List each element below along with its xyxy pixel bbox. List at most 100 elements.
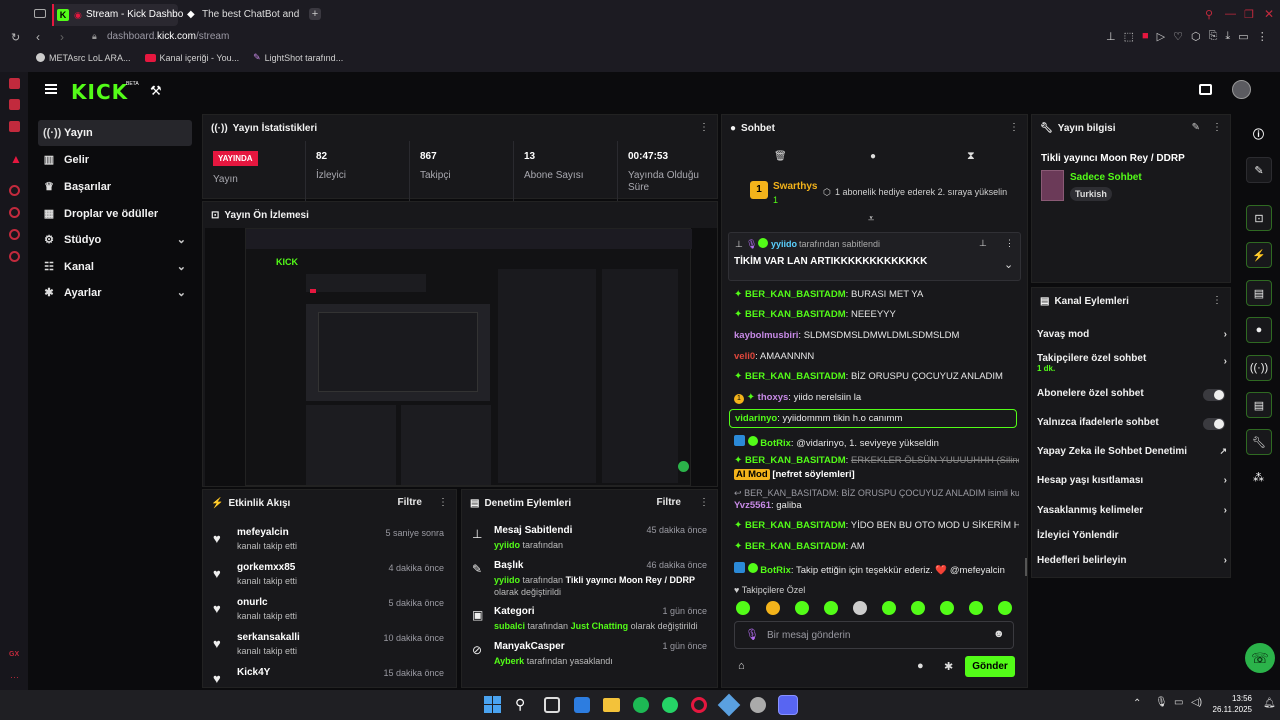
filter-button[interactable]: Filtre [398, 497, 422, 508]
chat-scrollbar[interactable] [1025, 558, 1027, 576]
play-icon[interactable]: ▷ [1157, 30, 1165, 43]
nav-item-droplar[interactable]: ▦ Droplar ve ödüller [38, 201, 192, 227]
feed-user[interactable]: gorkemxx85 [237, 562, 295, 573]
nav-item-yayin[interactable]: ((·)) Yayın [38, 120, 192, 146]
close-icon[interactable]: ✕ [1264, 7, 1274, 21]
kebab-icon[interactable]: ⋮ [1005, 238, 1014, 249]
kick-logo[interactable]: KICK [71, 80, 128, 104]
emote-icon[interactable] [736, 601, 750, 615]
nav-item-kanal[interactable]: ☷ Kanal ⌄ [38, 254, 192, 280]
store-icon[interactable] [1199, 84, 1212, 95]
clock-icon[interactable] [9, 207, 20, 218]
chat-user[interactable]: BER_KAN_BASITADM [745, 455, 846, 466]
discord-icon[interactable] [778, 695, 798, 715]
mod-log-toggle-button[interactable]: ▤ [1246, 280, 1272, 306]
actions-toggle-button[interactable]: ▤ [1246, 392, 1272, 418]
chat-toggle-button[interactable]: ● [1246, 317, 1272, 343]
scroll-down-icon[interactable]: ⩡ [868, 213, 874, 226]
help-button[interactable]: ☏ [1245, 643, 1275, 673]
emote-icon[interactable] [940, 601, 954, 615]
wallet-icon[interactable]: ▭ [1238, 30, 1248, 43]
kebab-icon[interactable]: ⋮ [1009, 122, 1019, 133]
action-raid[interactable]: İzleyici Yönlendir [1037, 530, 1227, 541]
store-icon[interactable]: ⌂ [738, 660, 745, 672]
preview-toggle-button[interactable]: ⊡ [1246, 205, 1272, 231]
chat-user[interactable]: BotRix [760, 438, 791, 449]
bookmark-item[interactable]: Kanal içeriği - You... [144, 52, 239, 63]
stream-tag[interactable]: Turkish [1070, 187, 1112, 201]
volume-icon[interactable]: ◁) [1191, 697, 1202, 708]
pin-icon[interactable]: ⊥ [1106, 30, 1116, 43]
store-icon[interactable] [544, 697, 560, 713]
clock-date[interactable]: 26.11.2025 [1206, 705, 1252, 714]
tab-kick[interactable]: K ◉ Stream - Kick Dashbo [52, 4, 183, 26]
toggle-switch[interactable] [1203, 389, 1225, 401]
feed-user[interactable]: serkansakalli [237, 632, 300, 643]
chat-reply-preview[interactable]: ↩ BER_KAN_BASITADM: BİZ ORUSPU ÇOCUYUZ A… [734, 488, 1019, 499]
search-icon[interactable]: ⚲ [1205, 8, 1213, 21]
back-icon[interactable]: ‹ [36, 30, 40, 44]
pencil-icon[interactable]: ✎ [1192, 122, 1200, 133]
reload-icon[interactable]: ↻ [11, 31, 20, 44]
spotify-icon[interactable] [633, 697, 649, 713]
action-emote-only[interactable]: Yalnızca ifadelerle sohbet [1037, 417, 1227, 430]
tab-chatbot[interactable]: ◆ The best ChatBot and Wi [181, 4, 305, 26]
clock-time[interactable]: 13:56 [1214, 694, 1252, 703]
bookmark-item[interactable]: ✎ LightShot tarafınd... [253, 52, 343, 63]
chat-user[interactable]: BER_KAN_BASITADM [745, 289, 846, 300]
download-icon[interactable]: ⤓ [1225, 30, 1230, 43]
action-goals[interactable]: Hedefleri belirleyin › [1037, 555, 1227, 566]
messenger-icon[interactable] [9, 78, 20, 89]
chat-user[interactable]: thoxys [758, 392, 789, 403]
chat-user[interactable]: BER_KAN_BASITADM [745, 309, 846, 320]
chat-bubble-icon[interactable]: ● [917, 660, 924, 672]
kebab-icon[interactable]: ⋮ [699, 122, 709, 133]
mic-icon[interactable]: 🎙︎ [1155, 697, 1168, 708]
whatsapp-icon[interactable] [662, 697, 678, 713]
emote-icon[interactable] [766, 601, 780, 615]
menu-icon[interactable]: ⋮ [1257, 30, 1268, 43]
extensions-icon[interactable]: ⬡ [1191, 30, 1201, 43]
widgets-icon[interactable]: ⁂ [1253, 471, 1264, 484]
address-bar[interactable]: dashboard.kick.com/stream [107, 31, 229, 42]
whatsapp-icon[interactable] [9, 99, 20, 110]
feed-user[interactable]: mefeyalcin [237, 527, 289, 538]
filter-button[interactable]: Filtre [657, 497, 681, 508]
notification-bell-icon[interactable]: 🔔︎ [1263, 698, 1276, 709]
chat-user[interactable]: BER_KAN_BASITADM [745, 371, 846, 382]
bookmark-item[interactable]: METAsrc LoL ARA... [36, 52, 131, 63]
heart-icon[interactable]: ♡ [1173, 30, 1183, 43]
action-subs-only[interactable]: Abonelere özel sohbet [1037, 388, 1227, 401]
steam-icon[interactable] [750, 697, 766, 713]
emote-icon[interactable] [969, 601, 983, 615]
toggle-switch[interactable] [1203, 418, 1225, 430]
emote-icon[interactable] [998, 601, 1012, 615]
tab-island-icon[interactable] [34, 9, 46, 18]
player-icon[interactable]: ▲ [10, 152, 22, 166]
emote-icon[interactable] [882, 601, 896, 615]
network-icon[interactable]: ▭ [1174, 697, 1183, 708]
stats-toggle-button[interactable]: ((·)) [1246, 355, 1272, 381]
action-account-age[interactable]: Hesap yaşı kısıtlaması › [1037, 475, 1227, 486]
search-icon[interactable]: ⚲ [515, 696, 525, 713]
chat-input[interactable]: 🎙︎ Bir mesaj gönderin ☻ [734, 621, 1014, 649]
minimize-icon[interactable]: — [1225, 8, 1236, 20]
feed-user[interactable]: onurlc [237, 597, 268, 608]
chat-user[interactable]: Yvz5561 [734, 500, 771, 511]
trash-icon[interactable]: 🗑︎ [774, 151, 787, 162]
extensions-icon[interactable] [9, 229, 20, 240]
chat-user[interactable]: BER_KAN_BASITADM [745, 520, 846, 531]
send-button[interactable]: Gönder [965, 656, 1015, 677]
emoji-icon[interactable]: ☻ [993, 628, 1005, 640]
nav-item-studyo[interactable]: ⚙ Stüdyo ⌄ [38, 227, 192, 253]
opera-gx-icon[interactable] [691, 697, 707, 713]
gx-icon[interactable]: GX [9, 651, 19, 658]
emote-icon[interactable] [824, 601, 838, 615]
more-icon[interactable]: ··· [10, 672, 19, 682]
explorer-icon[interactable] [603, 698, 620, 712]
action-followers-only[interactable]: Takipçilere özel sohbet › 1 dk. [1037, 353, 1227, 373]
kebab-icon[interactable]: ⋮ [438, 497, 448, 508]
unpin-icon[interactable]: ⊥ [979, 238, 987, 249]
instagram-icon[interactable] [9, 121, 20, 132]
hourglass-icon[interactable]: ⧗ [967, 150, 975, 163]
